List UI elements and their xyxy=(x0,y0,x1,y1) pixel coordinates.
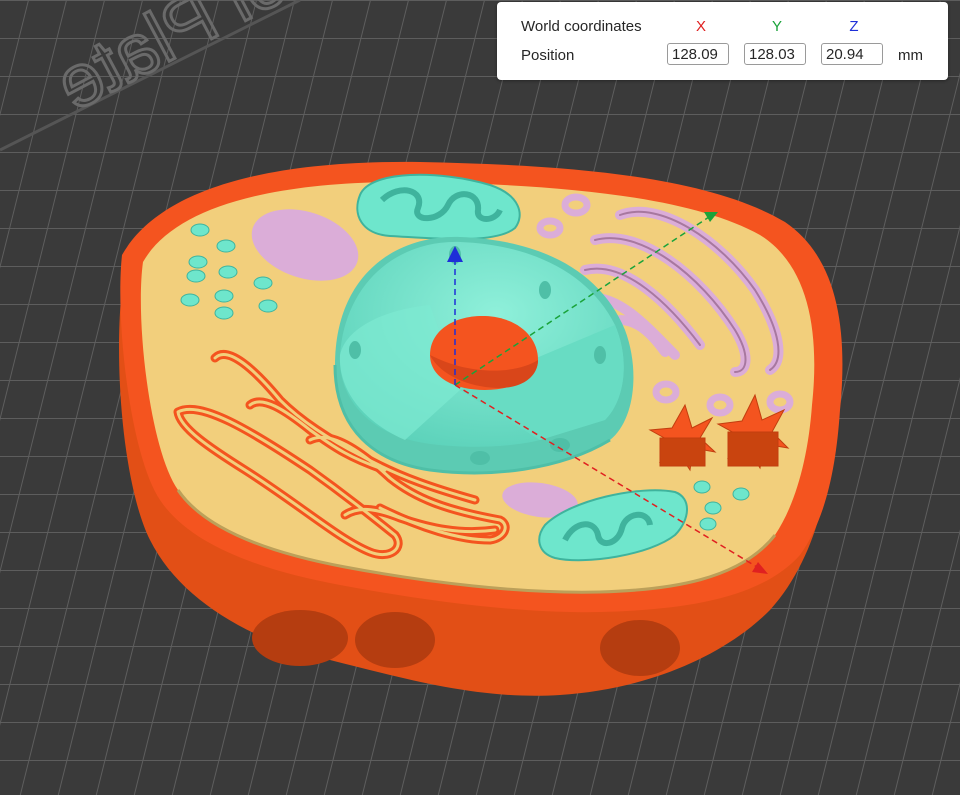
position-x-field[interactable] xyxy=(667,43,729,65)
position-z-field[interactable] xyxy=(821,43,883,65)
membrane-hole-3 xyxy=(600,620,680,676)
animal-cell-model[interactable] xyxy=(119,161,843,696)
axis-x-label: X xyxy=(695,18,706,35)
membrane-hole-1 xyxy=(252,610,348,666)
axis-y-label: Y xyxy=(771,18,782,35)
3d-viewport[interactable]: Cool Plate xyxy=(0,0,960,795)
position-row-label: Position xyxy=(521,47,575,64)
panel-title: World coordinates xyxy=(521,18,642,35)
scene: Cool Plate xyxy=(0,0,960,795)
world-coordinates-panel: World coordinates X Y Z Position mm xyxy=(497,2,948,80)
axis-z-label: Z xyxy=(849,18,859,35)
membrane-hole-2 xyxy=(355,612,435,668)
position-y-field[interactable] xyxy=(744,43,806,65)
unit-label: mm xyxy=(898,47,923,64)
